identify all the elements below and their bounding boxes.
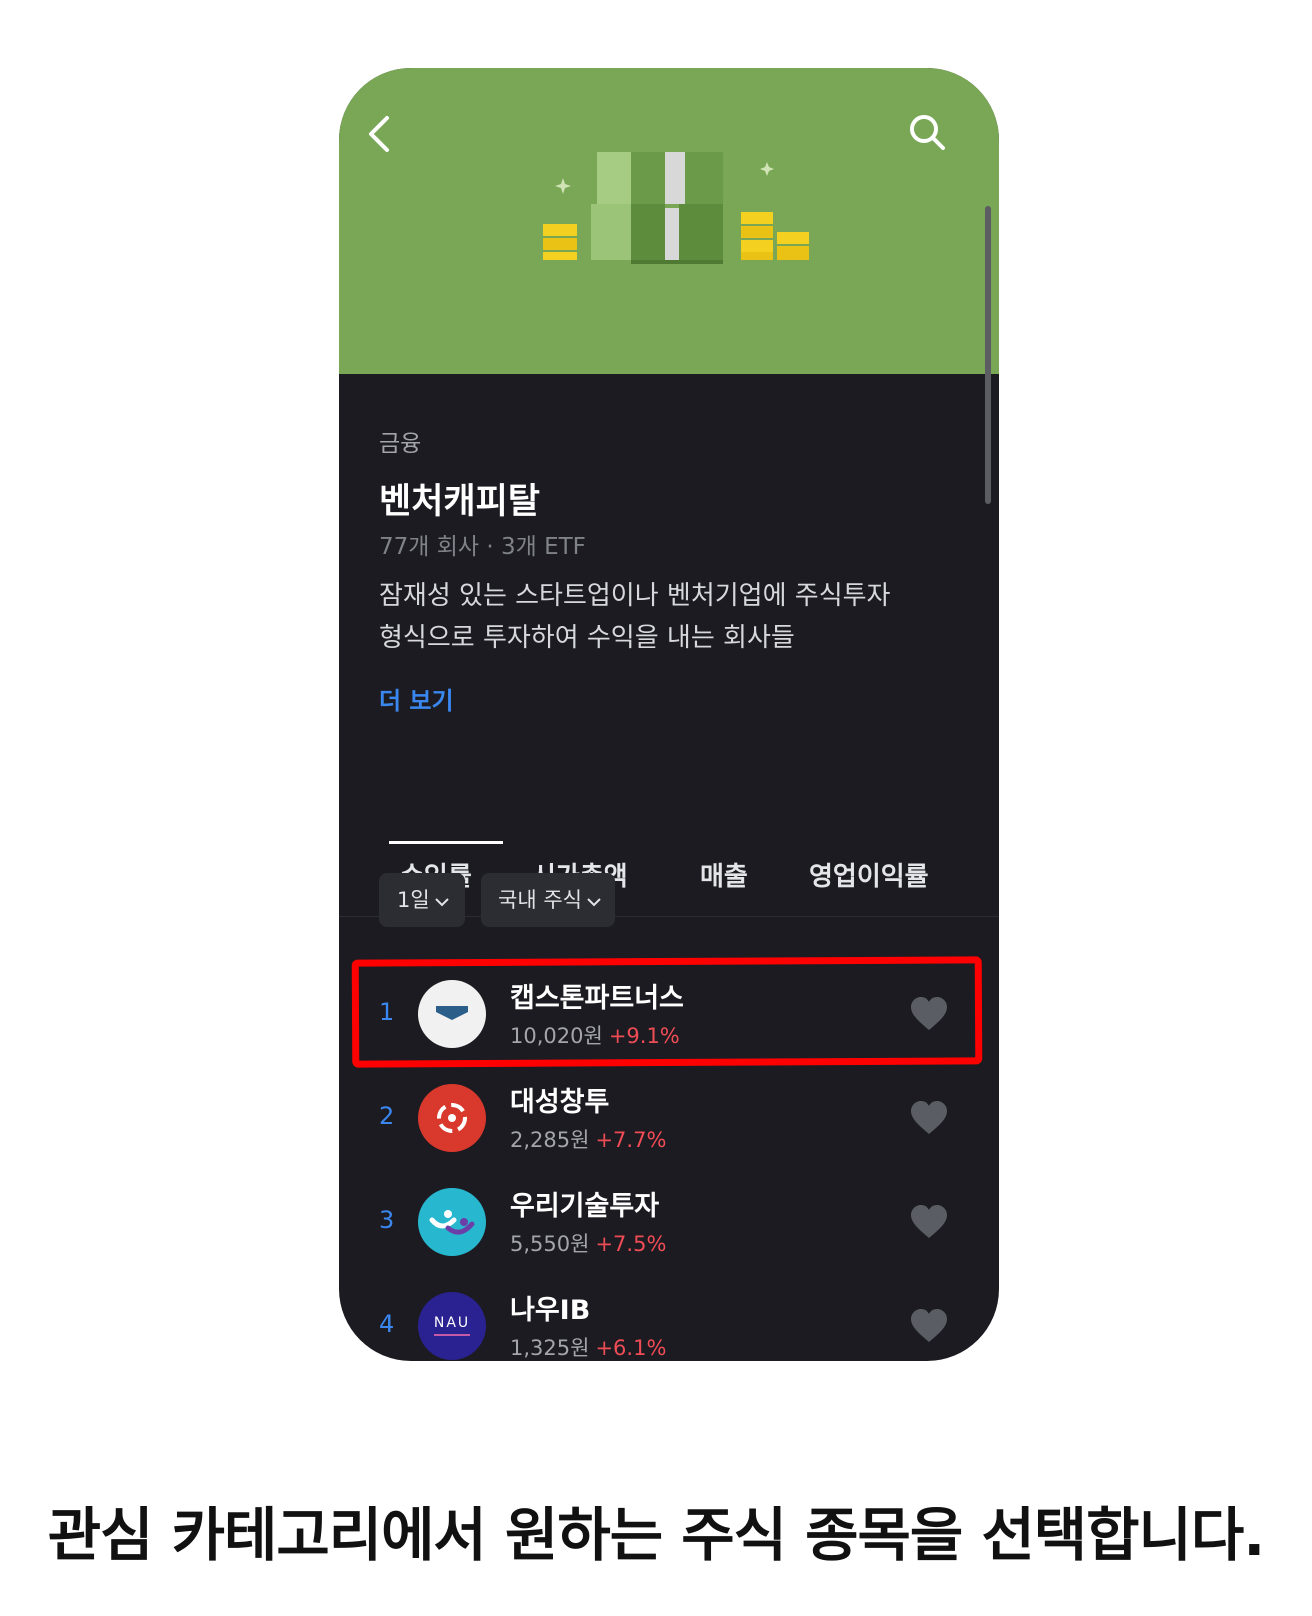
stock-change: +6.1%	[595, 1336, 667, 1360]
phone-screen: 금융 벤처캐피탈 77개 회사 · 3개 ETF 잠재성 있는 스타트업이나 벤…	[339, 68, 999, 1361]
money-stack-illustration-icon	[543, 152, 809, 264]
company-etf-count: 77개 회사 · 3개 ETF	[379, 534, 586, 560]
stock-change: +7.5%	[595, 1232, 667, 1256]
stock-price-line: 5,550원 +7.5%	[510, 1228, 666, 1258]
heart-icon[interactable]	[909, 1100, 949, 1136]
description-line: 형식으로 투자하여 수익을 내는 회사들	[379, 623, 795, 653]
stock-price-line: 1,325원 +6.1%	[510, 1332, 666, 1361]
more-link[interactable]: 더 보기	[379, 681, 454, 716]
stock-name: 나우IB	[510, 1295, 591, 1326]
chevron-down-icon	[434, 873, 450, 927]
stock-price: 5,550원	[510, 1232, 590, 1256]
selection-highlight-box	[351, 956, 983, 1068]
active-tab-indicator	[389, 841, 503, 844]
stock-rank: 2	[379, 1102, 395, 1130]
chevron-down-icon	[586, 873, 602, 927]
instruction-caption: 관심 카테고리에서 원하는 주식 종목을 선택합니다.	[47, 1501, 1266, 1569]
period-filter-dropdown[interactable]: 1일	[379, 873, 465, 927]
stock-name: 우리기술투자	[510, 1191, 660, 1222]
market-filter-label: 국내 주식	[498, 888, 582, 912]
stock-name: 대성창투	[510, 1087, 610, 1118]
stock-row[interactable]: 4 NAU 나우IB 1,325원 +6.1%	[339, 1274, 999, 1361]
market-filter-dropdown[interactable]: 국내 주식	[481, 873, 615, 927]
nau-logo-text: NAU	[433, 1315, 471, 1331]
nau-logo-icon: NAU	[418, 1292, 486, 1360]
scrollbar[interactable]	[985, 206, 991, 504]
page-title: 벤처캐피탈	[379, 482, 541, 522]
period-filter-label: 1일	[397, 888, 430, 912]
stock-row[interactable]: 2 대성창투 2,285원 +7.7%	[339, 1066, 999, 1170]
stock-price-line: 2,285원 +7.7%	[510, 1124, 666, 1154]
logo-underline	[434, 1334, 470, 1336]
daesung-logo-icon	[418, 1084, 486, 1152]
stock-rank: 3	[379, 1206, 395, 1234]
back-arrow-icon[interactable]	[361, 110, 401, 158]
category-description: 잠재성 있는 스타트업이나 벤처기업에 주식투자 형식으로 투자하여 수익을 내…	[379, 575, 939, 659]
heart-icon[interactable]	[909, 1308, 949, 1344]
stock-change: +7.7%	[595, 1128, 667, 1152]
stock-price: 2,285원	[510, 1128, 590, 1152]
search-icon[interactable]	[905, 110, 949, 154]
woori-logo-icon	[418, 1188, 486, 1256]
category-label: 금융	[379, 431, 422, 457]
description-line: 잠재성 있는 스타트업이나 벤처기업에 주식투자	[379, 581, 891, 611]
stock-price: 1,325원	[510, 1336, 590, 1360]
stock-row[interactable]: 3 우리기술투자 5,550원 +7.5%	[339, 1170, 999, 1274]
tab-operating-margin[interactable]: 영업이익률	[809, 856, 929, 893]
tab-revenue[interactable]: 매출	[700, 856, 748, 893]
category-hero-banner	[339, 68, 999, 374]
heart-icon[interactable]	[909, 1204, 949, 1240]
stock-rank: 4	[379, 1310, 395, 1338]
